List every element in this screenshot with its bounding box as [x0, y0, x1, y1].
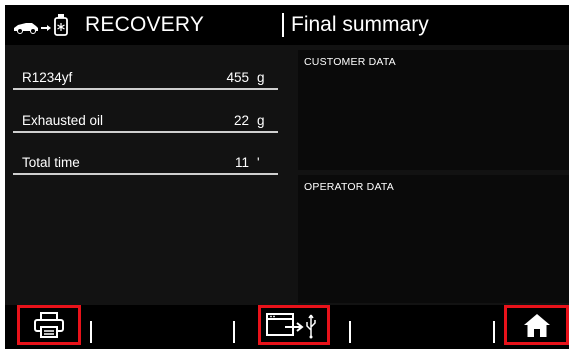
- summary-row-time: Total time 11 ': [13, 147, 278, 175]
- customer-data-panel[interactable]: CUSTOMER DATA: [298, 50, 569, 170]
- home-icon: [523, 314, 550, 337]
- row-label: Exhausted oil: [22, 113, 104, 128]
- summary-panel: R1234yf 455 g Exhausted oil 22 g Total t…: [5, 50, 290, 303]
- row-value: 22: [233, 113, 249, 128]
- row-label: R1234yf: [22, 70, 73, 85]
- footer-divider: [349, 321, 351, 343]
- row-unit: g: [257, 70, 265, 85]
- operator-data-panel[interactable]: OPERATOR DATA: [298, 175, 569, 303]
- screen: RECOVERY Final summary R1234yf 455 g Exh…: [5, 5, 569, 349]
- usb-export-button[interactable]: [258, 305, 330, 345]
- row-label: Total time: [22, 155, 80, 170]
- printer-icon: [34, 312, 64, 338]
- header-divider: [282, 13, 284, 37]
- row-unit: ': [257, 155, 260, 170]
- screen-subtitle: Final summary: [291, 13, 429, 36]
- operator-data-title: OPERATOR DATA: [304, 181, 394, 193]
- screen-title: RECOVERY: [85, 13, 205, 36]
- footer-divider: [233, 321, 235, 343]
- header-bar: RECOVERY Final summary: [5, 5, 569, 45]
- home-button[interactable]: [504, 305, 569, 345]
- row-value: 11: [234, 155, 249, 170]
- footer-divider: [493, 321, 495, 343]
- row-unit: g: [257, 113, 265, 128]
- usb-export-icon: [266, 313, 316, 339]
- summary-row-refrigerant: R1234yf 455 g: [13, 62, 278, 90]
- footer-bar: [5, 305, 569, 349]
- row-value: 455: [226, 70, 249, 85]
- summary-row-oil: Exhausted oil 22 g: [13, 105, 278, 133]
- customer-data-title: CUSTOMER DATA: [304, 56, 396, 68]
- print-button[interactable]: [17, 305, 81, 345]
- footer-divider: [90, 321, 92, 343]
- car-refrigerant-icon: [14, 14, 68, 36]
